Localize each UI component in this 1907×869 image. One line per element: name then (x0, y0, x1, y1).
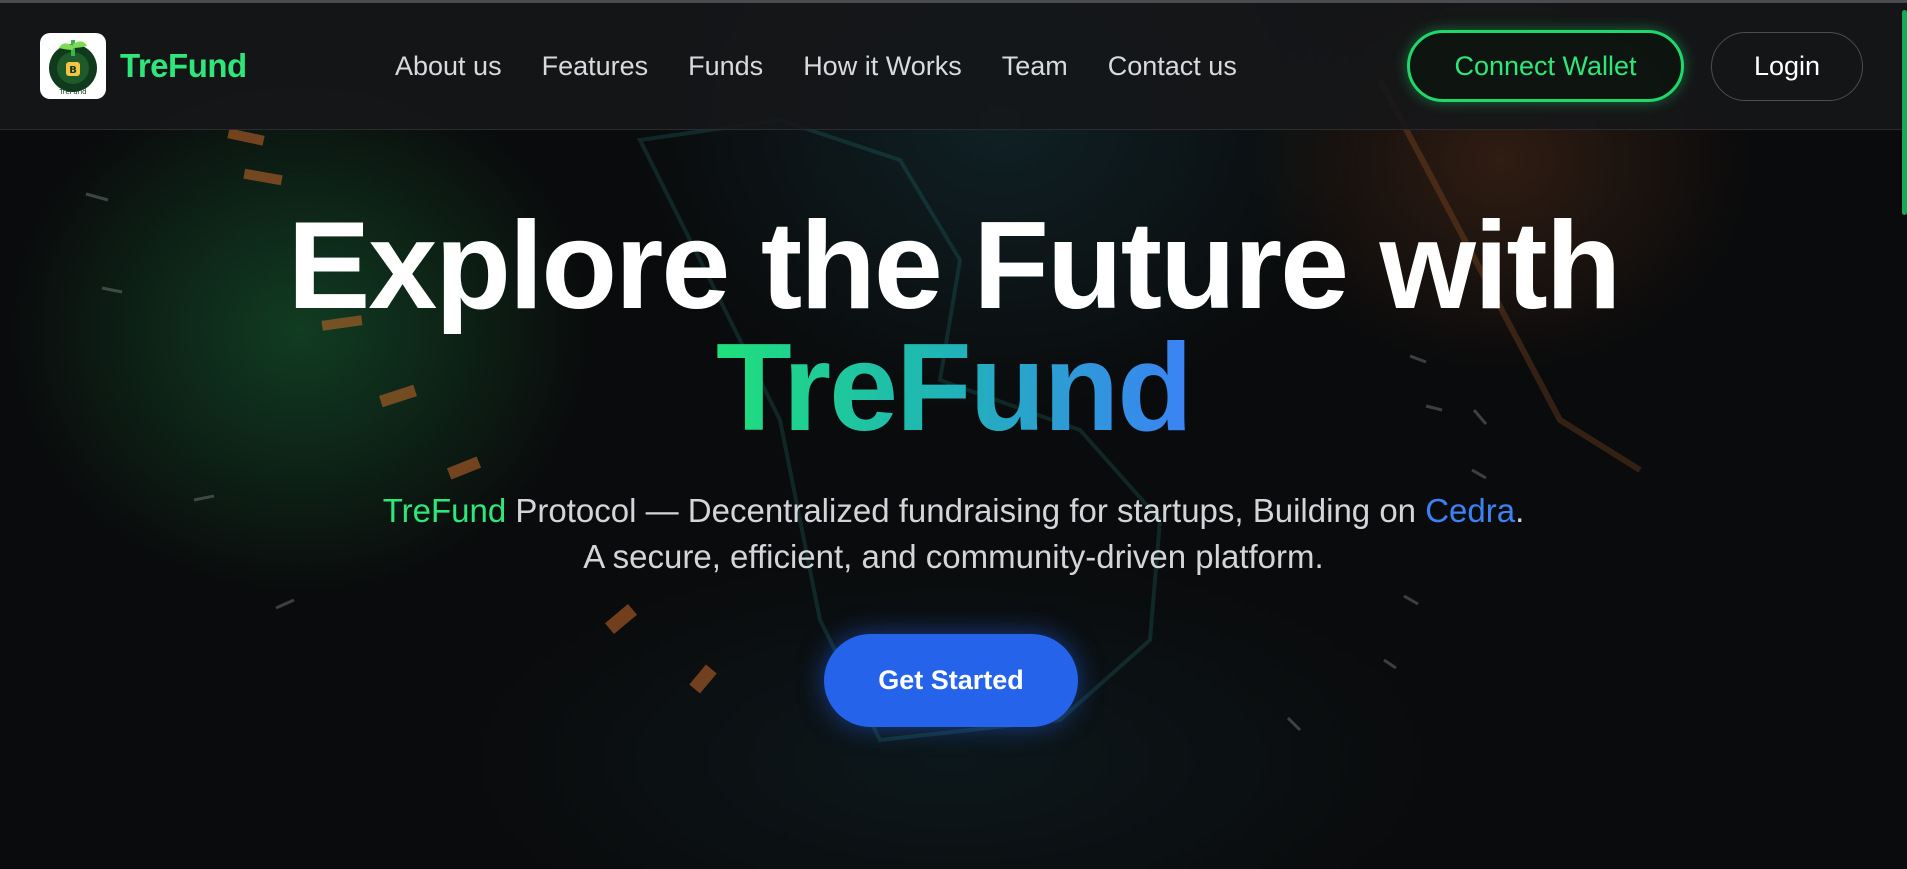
nav-link-about-us[interactable]: About us (395, 51, 502, 82)
hero-title-line2: TreFund (0, 318, 1907, 458)
nav-link-funds[interactable]: Funds (688, 51, 763, 82)
subtitle-text: Protocol — Decentralized fundraising for… (506, 492, 1426, 529)
brand-name[interactable]: TreFund (120, 47, 247, 85)
nav-links: About us Features Funds How it Works Tea… (395, 51, 1277, 82)
brand[interactable]: B TreFund TreFund (40, 33, 247, 99)
subtitle-period: . (1515, 492, 1525, 529)
login-button[interactable]: Login (1711, 32, 1863, 101)
trefund-logo-icon[interactable]: B TreFund (40, 33, 106, 99)
scrollbar-thumb[interactable] (1902, 10, 1907, 215)
svg-text:TreFund: TreFund (58, 88, 86, 96)
landing-page: B TreFund TreFund About us Features Fund… (0, 0, 1907, 869)
subtitle-chain: Cedra (1425, 492, 1516, 529)
hero-title-brand: TreFund (715, 319, 1193, 457)
nav-link-features[interactable]: Features (542, 51, 649, 82)
get-started-button[interactable]: Get Started (824, 634, 1078, 727)
hero-title-line1: Explore the Future with (287, 197, 1622, 335)
subtitle-brand: TreFund (382, 492, 507, 529)
navbar: B TreFund TreFund About us Features Fund… (0, 3, 1907, 130)
nav-link-contact-us[interactable]: Contact us (1108, 51, 1237, 82)
hero-subtitle-line1: TreFund Protocol — Decentralized fundrai… (0, 490, 1907, 532)
svg-text:B: B (69, 65, 77, 76)
nav-link-team[interactable]: Team (1002, 51, 1068, 82)
nav-link-how-it-works[interactable]: How it Works (803, 51, 962, 82)
hero-subtitle-line2: A secure, efficient, and community-drive… (583, 538, 1324, 575)
connect-wallet-button[interactable]: Connect Wallet (1407, 30, 1684, 102)
